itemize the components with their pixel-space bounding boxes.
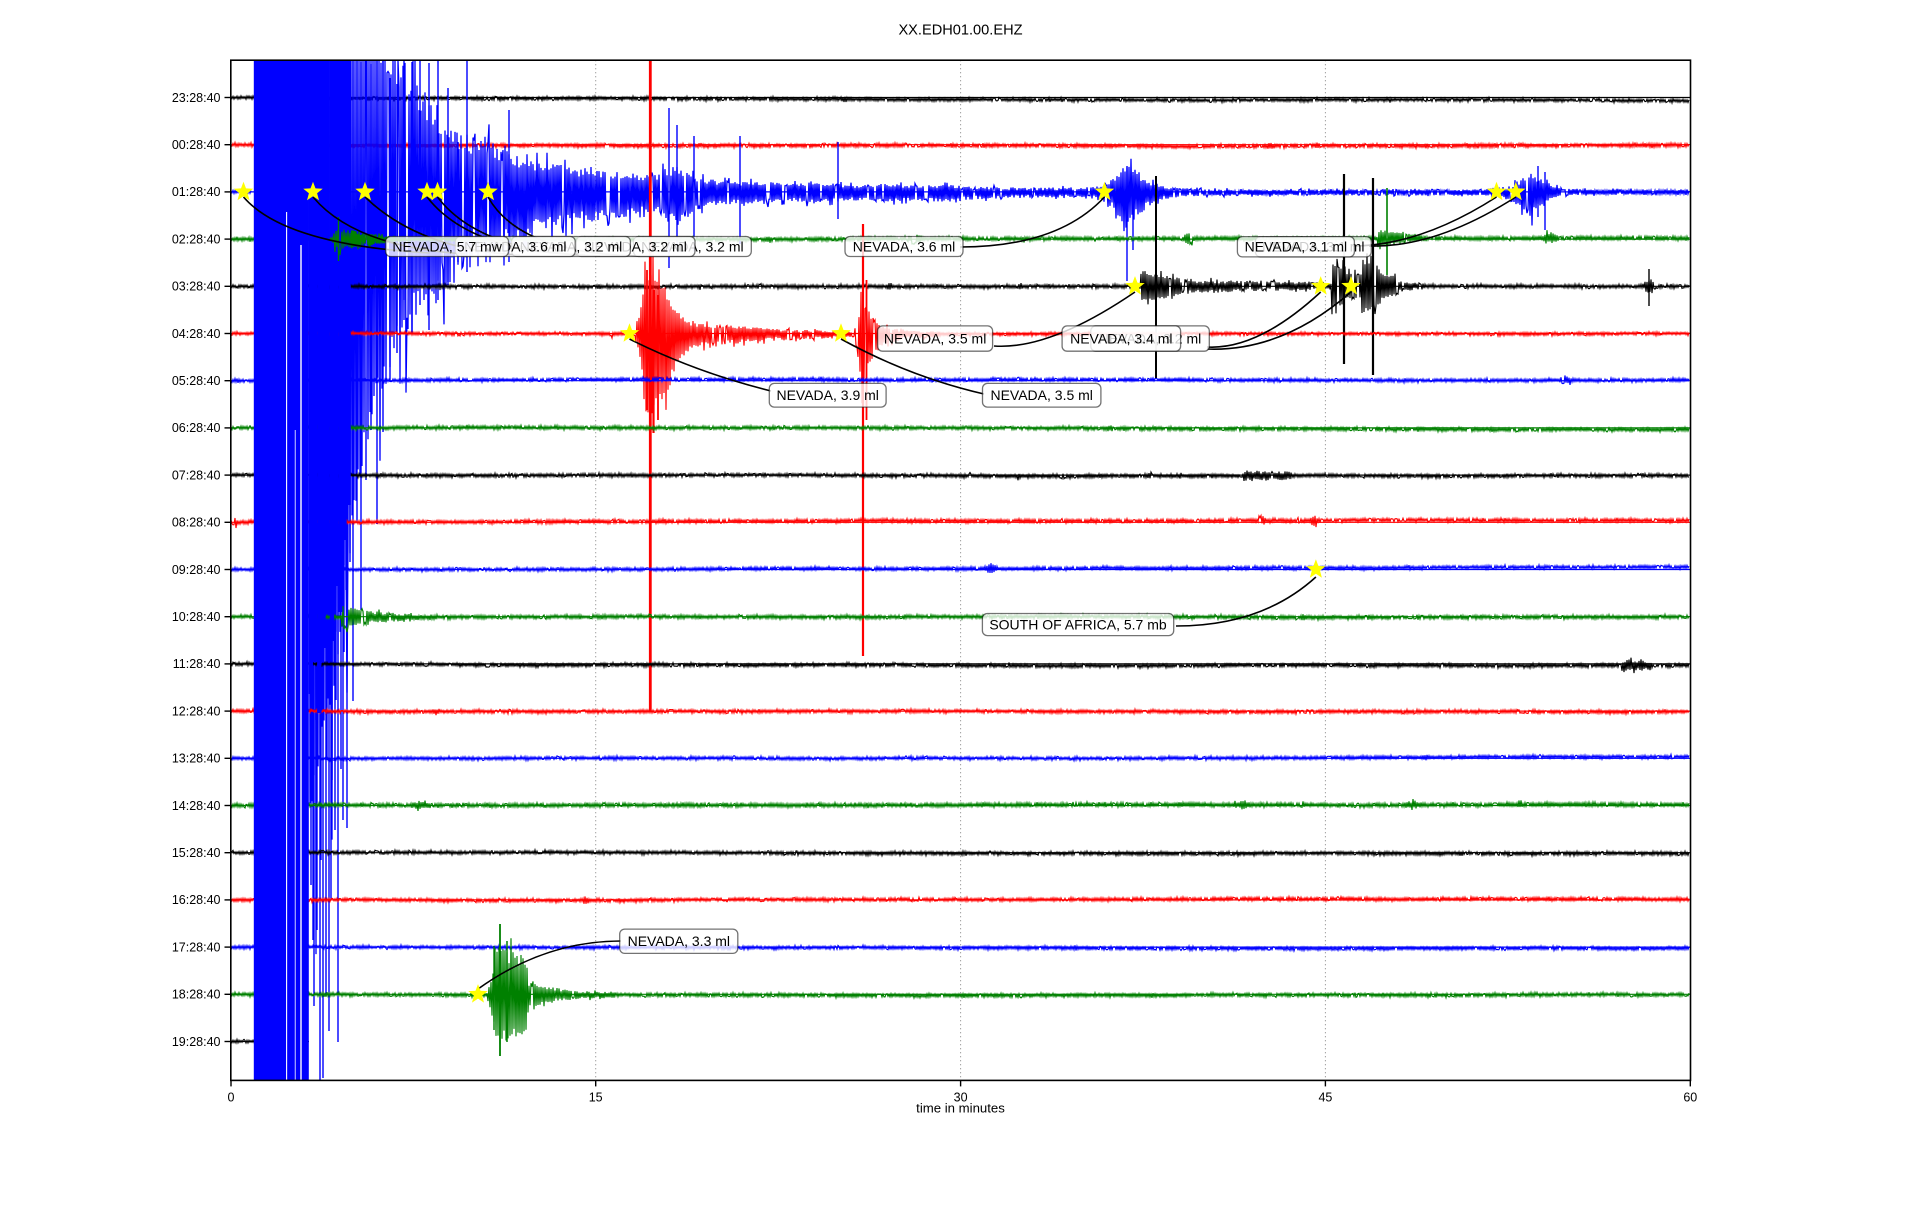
svg-text:XX.EDH01.00.EHZ: XX.EDH01.00.EHZ	[898, 23, 1022, 39]
svg-text:NEVADA, 3.4 ml: NEVADA, 3.4 ml	[1070, 330, 1172, 346]
svg-text:time in minutes: time in minutes	[916, 1101, 1005, 1116]
svg-text:05:28:40: 05:28:40	[172, 374, 221, 388]
svg-text:06:28:40: 06:28:40	[172, 421, 221, 435]
svg-text:17:28:40: 17:28:40	[172, 940, 221, 954]
svg-text:19:28:40: 19:28:40	[172, 1035, 221, 1049]
svg-text:13:28:40: 13:28:40	[172, 752, 221, 766]
svg-text:16:28:40: 16:28:40	[172, 893, 221, 907]
svg-text:03:28:40: 03:28:40	[172, 280, 221, 294]
svg-text:NEVADA, 3.6 ml: NEVADA, 3.6 ml	[853, 238, 955, 254]
svg-text:08:28:40: 08:28:40	[172, 516, 221, 530]
svg-text:15: 15	[589, 1091, 603, 1105]
svg-text:NEVADA, 3.3 ml: NEVADA, 3.3 ml	[628, 933, 730, 949]
svg-text:15:28:40: 15:28:40	[172, 846, 221, 860]
svg-text:SOUTH OF AFRICA, 5.7 mb: SOUTH OF AFRICA, 5.7 mb	[989, 616, 1167, 632]
svg-text:NEVADA, 3.1 ml: NEVADA, 3.1 ml	[1245, 239, 1347, 255]
svg-text:00:28:40: 00:28:40	[172, 138, 221, 152]
svg-text:14:28:40: 14:28:40	[172, 799, 221, 813]
svg-text:45: 45	[1318, 1091, 1332, 1105]
svg-text:0: 0	[228, 1091, 235, 1105]
svg-text:11:28:40: 11:28:40	[173, 657, 221, 671]
svg-text:07:28:40: 07:28:40	[172, 468, 221, 482]
svg-text:NEVADA, 3.5 ml: NEVADA, 3.5 ml	[884, 330, 986, 346]
svg-text:02:28:40: 02:28:40	[172, 232, 221, 246]
svg-text:NEVADA, 3.9 ml: NEVADA, 3.9 ml	[776, 387, 878, 403]
svg-text:23:28:40: 23:28:40	[172, 91, 221, 105]
svg-text:18:28:40: 18:28:40	[172, 988, 221, 1002]
svg-text:12:28:40: 12:28:40	[172, 704, 221, 718]
svg-text:NEVADA, 5.7 mw: NEVADA, 5.7 mw	[392, 238, 502, 254]
svg-text:09:28:40: 09:28:40	[172, 563, 221, 577]
svg-text:04:28:40: 04:28:40	[172, 327, 221, 341]
svg-text:NEVADA, 3.5 ml: NEVADA, 3.5 ml	[990, 387, 1092, 403]
svg-text:10:28:40: 10:28:40	[172, 610, 221, 624]
svg-text:01:28:40: 01:28:40	[172, 185, 221, 199]
svg-text:60: 60	[1683, 1091, 1697, 1105]
